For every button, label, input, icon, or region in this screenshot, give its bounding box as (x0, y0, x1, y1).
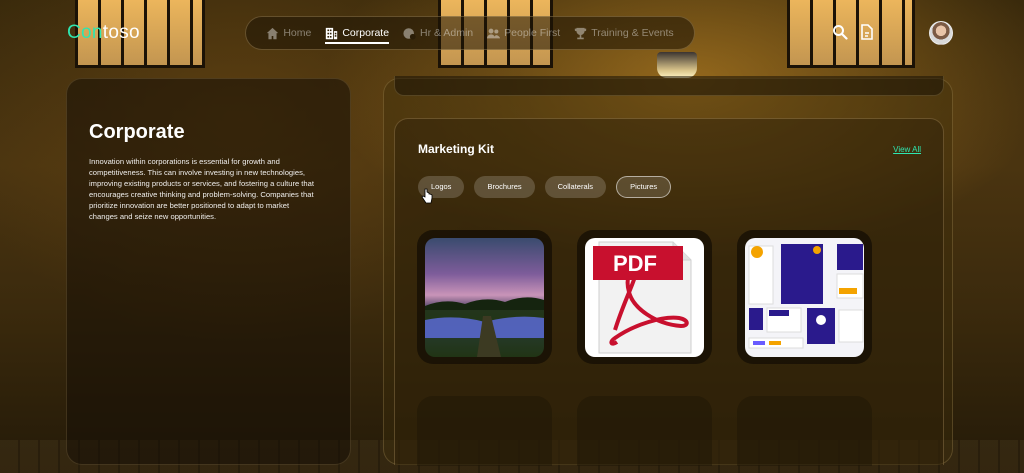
marketing-kit-title: Marketing Kit (418, 142, 495, 156)
people-icon (487, 28, 501, 38)
thumbnail-placeholder (417, 396, 552, 466)
hr-admin-icon (403, 27, 416, 40)
corporate-info-panel: Corporate Innovation within corporations… (66, 78, 351, 465)
avatar[interactable] (929, 21, 953, 45)
page-description: Innovation within corporations is essent… (89, 157, 314, 221)
pointer-cursor-icon (421, 188, 433, 204)
previous-section-strip (394, 76, 944, 96)
chip-brochures[interactable]: Brochures (474, 176, 535, 198)
chip-pictures[interactable]: Pictures (616, 176, 672, 198)
page-title: Corporate (89, 121, 185, 143)
document-icon (861, 24, 873, 40)
top-navigation: Home Corporate Hr & Admin People First T… (245, 16, 695, 50)
pdf-badge-label: PDF (613, 251, 657, 276)
chip-collaterals[interactable]: Collaterals (544, 176, 607, 198)
category-filter-chips: Logos Brochures Collaterals Pictures (418, 176, 672, 198)
nav-item-corporate[interactable]: Corporate (325, 16, 389, 50)
nav-item-home[interactable]: Home (266, 16, 311, 50)
view-all-link[interactable]: View All (893, 145, 921, 154)
brand-logo[interactable]: Contoso (67, 22, 140, 44)
thumbnail-brochures[interactable] (737, 230, 872, 364)
trophy-icon (575, 27, 587, 39)
search-button[interactable] (832, 24, 848, 40)
search-icon (833, 25, 848, 40)
street-lamp (657, 52, 697, 78)
nav-item-people-first[interactable]: People First (487, 16, 560, 50)
building-icon (326, 27, 338, 39)
thumbnail-pdf[interactable]: PDF (577, 230, 712, 364)
home-icon (267, 27, 279, 39)
nav-item-training-events[interactable]: Training & Events (574, 16, 674, 50)
thumbnail-placeholder (737, 396, 872, 466)
thumbnail-landscape[interactable] (417, 230, 552, 364)
thumbnail-placeholder (577, 396, 712, 466)
background-window (787, 0, 915, 68)
nav-item-hr-admin[interactable]: Hr & Admin (403, 16, 473, 50)
document-button[interactable] (859, 24, 875, 40)
landscape-image (425, 238, 544, 357)
brochure-collage-image (745, 238, 864, 357)
pdf-document-image: PDF (585, 238, 704, 357)
